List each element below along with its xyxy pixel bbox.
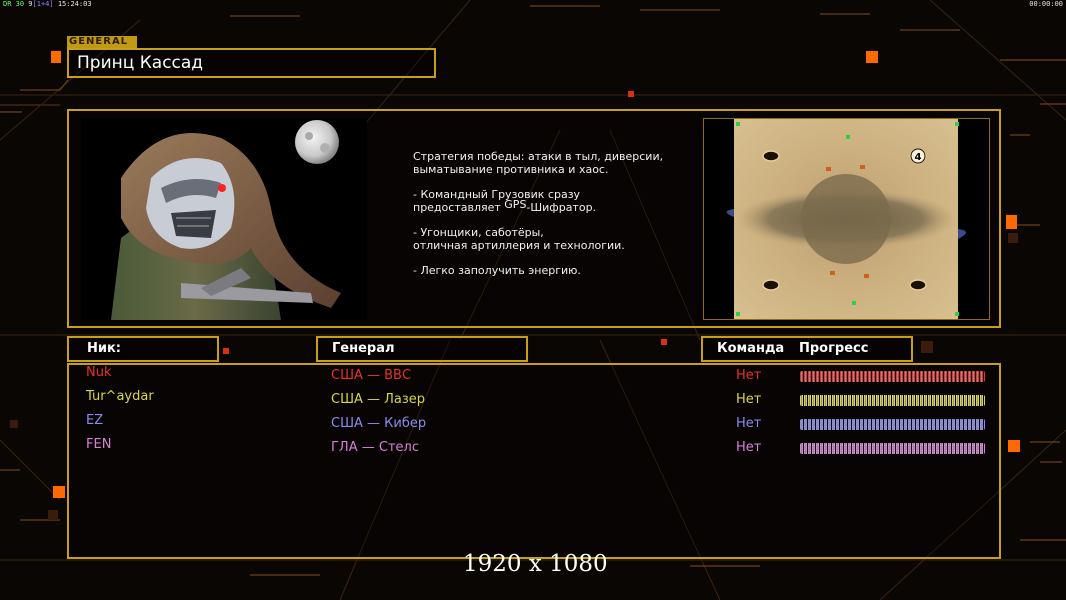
player-progress-bar [800, 395, 985, 406]
general-tag: GENERAL [67, 36, 137, 48]
desc-energy: - Легко заполучить энергию. [413, 264, 693, 277]
player-row: Nuk США — ВВС Нет [0, 365, 1066, 385]
player-general: США — ВВС [331, 368, 412, 383]
player-team: Нет [736, 368, 762, 383]
desc-gps: GPS [504, 198, 527, 211]
player-row: Tur^aydar США — Лазер Нет [0, 389, 1066, 409]
player-progress-bar [800, 371, 985, 382]
desc-line-5: - Угонщики, саботёры, [413, 226, 544, 239]
bracket-label: [1+4] [32, 0, 54, 8]
player-general: ГЛА — Стелс [331, 440, 419, 455]
desc-line-4b: -Шифратор. [526, 201, 597, 214]
player-general: США — Лазер [331, 392, 426, 407]
player-row: EZ США — Кибер Нет [0, 413, 1066, 433]
player-nick: FEN [86, 437, 112, 452]
timer-label: 00:00:00 [1029, 0, 1063, 8]
clock-label: 15:24:03 [57, 0, 92, 8]
player-team: Нет [736, 416, 762, 431]
desc-units: - Угонщики, саботёры, отличная артиллери… [413, 226, 693, 252]
status-left: DR 30 9[1+4] 15:24:03 [3, 0, 92, 8]
desc-line-2: выматывание противника и хаос. [413, 163, 609, 176]
resolution-label: 1920 x 1080 [463, 551, 608, 577]
player-nick: EZ [86, 413, 104, 428]
player-nick: Nuk [86, 365, 112, 380]
fps-label: DR 30 [3, 0, 25, 8]
player-row: FEN ГЛА — Стелс Нет [0, 437, 1066, 457]
header-team-progress: Команда Прогресс [701, 336, 913, 362]
desc-line-3: - Командный Грузовик сразу [413, 188, 581, 201]
desc-truck: - Командный Грузовик сразу предоставляет… [413, 188, 693, 214]
header-team: Команда [717, 341, 785, 356]
map-preview: 4 [703, 118, 990, 320]
player-progress-bar [800, 443, 985, 454]
player-general: США — Кибер [331, 416, 427, 431]
header-progress: Прогресс [799, 341, 869, 356]
player-nick: Tur^aydar [86, 389, 154, 404]
general-portrait [81, 118, 367, 320]
player-team: Нет [736, 440, 762, 455]
desc-line-1: Стратегия победы: атаки в тыл, диверсии, [413, 150, 664, 163]
desc-strategy: Стратегия победы: атаки в тыл, диверсии,… [413, 150, 693, 176]
top-status-bar: DR 30 9[1+4] 15:24:03 00:00:00 [0, 0, 1066, 10]
player-progress-bar [800, 419, 985, 430]
player-team: Нет [736, 392, 762, 407]
header-nick: Ник: [67, 336, 219, 362]
desc-line-7: - Легко заполучить энергию. [413, 264, 581, 277]
header-general: Генерал [316, 336, 528, 362]
desc-line-6: отличная артиллерия и технологии. [413, 239, 625, 252]
general-description: Стратегия победы: атаки в тыл, диверсии,… [413, 150, 693, 289]
general-name-box: Принц Кассад [67, 48, 436, 78]
player-count-label: 4 [915, 152, 922, 163]
desc-line-4a: предоставляет [413, 201, 505, 214]
